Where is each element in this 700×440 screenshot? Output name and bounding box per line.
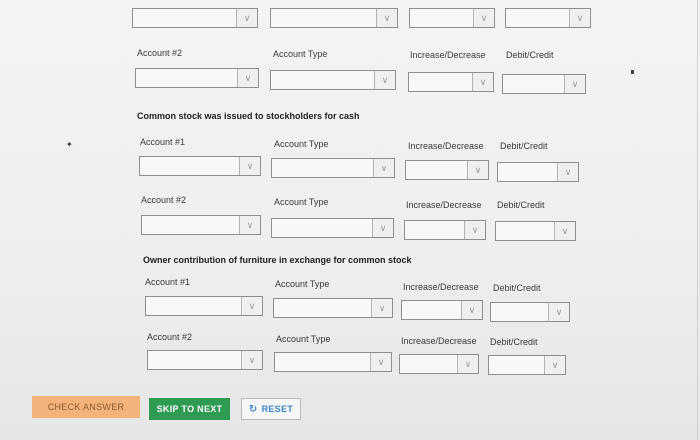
a2-account-label: Account #2 [137, 48, 183, 58]
a2-increase-decrease-select[interactable]: ∨ [408, 72, 494, 92]
question-common-stock: Common stock was issued to stockholders … [137, 111, 360, 121]
fu-account1-type-label: Account Type [275, 279, 330, 289]
chevron-down-icon: ∨ [241, 297, 262, 315]
skip-to-next-button[interactable]: SKIP TO NEXT [149, 398, 230, 420]
fu-account1-type-select[interactable]: ∨ [273, 298, 393, 318]
a2-increase-decrease-label: Increase/Decrease [410, 50, 486, 60]
fu-account1-label: Account #1 [145, 277, 191, 287]
fu-account2-type-select[interactable]: ∨ [274, 352, 392, 372]
star-marker-icon: ✦ [66, 140, 73, 149]
fu-account2-increase-decrease-label: Increase/Decrease [401, 336, 477, 346]
fu-account2-select[interactable]: ∨ [147, 350, 263, 370]
cs-account2-debit-credit-select[interactable]: ∨ [495, 221, 576, 241]
chevron-down-icon: ∨ [564, 75, 585, 93]
top-debit-credit-select[interactable]: ∨ [505, 8, 591, 28]
chevron-down-icon: ∨ [554, 222, 575, 240]
fu-account1-debit-credit-label: Debit/Credit [493, 283, 541, 293]
fu-account2-increase-decrease-select[interactable]: ∨ [399, 354, 479, 374]
chevron-down-icon: ∨ [370, 353, 391, 371]
chevron-down-icon: ∨ [376, 9, 397, 27]
chevron-down-icon: ∨ [457, 355, 478, 373]
fu-account2-debit-credit-select[interactable]: ∨ [488, 355, 566, 375]
chevron-down-icon: ∨ [372, 219, 393, 237]
cs-increase-decrease-label: Increase/Decrease [408, 141, 484, 151]
cs-account2-increase-decrease-select[interactable]: ∨ [404, 220, 486, 240]
cs-account1-debit-credit-select[interactable]: ∨ [497, 162, 579, 182]
chevron-down-icon: ∨ [236, 9, 257, 27]
cs-account-type-label: Account Type [274, 139, 329, 149]
chevron-down-icon: ∨ [239, 216, 260, 234]
chevron-down-icon: ∨ [544, 356, 565, 374]
a2-account-type-label: Account Type [273, 49, 328, 59]
chevron-down-icon: ∨ [464, 221, 485, 239]
cs-account2-type-label: Account Type [274, 197, 329, 207]
fu-account1-select[interactable]: ∨ [145, 296, 263, 316]
reset-button[interactable]: ↻ RESET [241, 398, 301, 420]
fu-account2-debit-credit-label: Debit/Credit [490, 337, 538, 347]
fu-account1-increase-decrease-select[interactable]: ∨ [401, 300, 483, 320]
cs-account2-label: Account #2 [141, 195, 187, 205]
reset-button-label: RESET [261, 404, 294, 414]
question-furniture: Owner contribution of furniture in excha… [143, 255, 412, 265]
check-answer-button[interactable]: CHECK ANSWER [32, 396, 140, 418]
chevron-down-icon: ∨ [371, 299, 392, 317]
chevron-down-icon: ∨ [237, 69, 258, 87]
a2-debit-credit-label: Debit/Credit [506, 50, 554, 60]
cs-account1-select[interactable]: ∨ [139, 156, 261, 176]
chevron-down-icon: ∨ [241, 351, 262, 369]
chevron-down-icon: ∨ [472, 73, 493, 91]
top-account-select[interactable]: ∨ [132, 8, 258, 28]
cs-account1-label: Account #1 [140, 137, 186, 147]
fu-account1-increase-decrease-label: Increase/Decrease [403, 282, 479, 292]
cs-account1-increase-decrease-select[interactable]: ∨ [405, 160, 489, 180]
page: ∨ ∨ ∨ ∨ Account #2 Account Type Increase… [0, 0, 700, 440]
chevron-down-icon: ∨ [239, 157, 260, 175]
a2-account-select[interactable]: ∨ [135, 68, 259, 88]
chevron-down-icon: ∨ [569, 9, 590, 27]
refresh-icon: ↻ [248, 403, 258, 415]
top-account-type-select[interactable]: ∨ [270, 8, 398, 28]
fu-account2-label: Account #2 [147, 332, 193, 342]
chevron-down-icon: ∨ [548, 303, 569, 321]
chevron-down-icon: ∨ [467, 161, 488, 179]
cs-account1-type-select[interactable]: ∨ [271, 158, 395, 178]
chevron-down-icon: ∨ [373, 159, 394, 177]
fu-account1-debit-credit-select[interactable]: ∨ [490, 302, 570, 322]
chevron-down-icon: ∨ [374, 71, 395, 89]
cs-account2-select[interactable]: ∨ [141, 215, 261, 235]
cs-account2-type-select[interactable]: ∨ [271, 218, 394, 238]
a2-debit-credit-select[interactable]: ∨ [502, 74, 586, 94]
right-edge-divider [697, 0, 698, 440]
chevron-down-icon: ∨ [461, 301, 482, 319]
cs-account2-increase-decrease-label: Increase/Decrease [406, 200, 482, 210]
chevron-down-icon: ∨ [473, 9, 494, 27]
edge-marker [631, 70, 634, 74]
chevron-down-icon: ∨ [557, 163, 578, 181]
cs-debit-credit-label: Debit/Credit [500, 141, 548, 151]
cs-account2-debit-credit-label: Debit/Credit [497, 200, 545, 210]
fu-account2-type-label: Account Type [276, 334, 331, 344]
top-increase-decrease-select[interactable]: ∨ [409, 8, 495, 28]
a2-account-type-select[interactable]: ∨ [270, 70, 396, 90]
